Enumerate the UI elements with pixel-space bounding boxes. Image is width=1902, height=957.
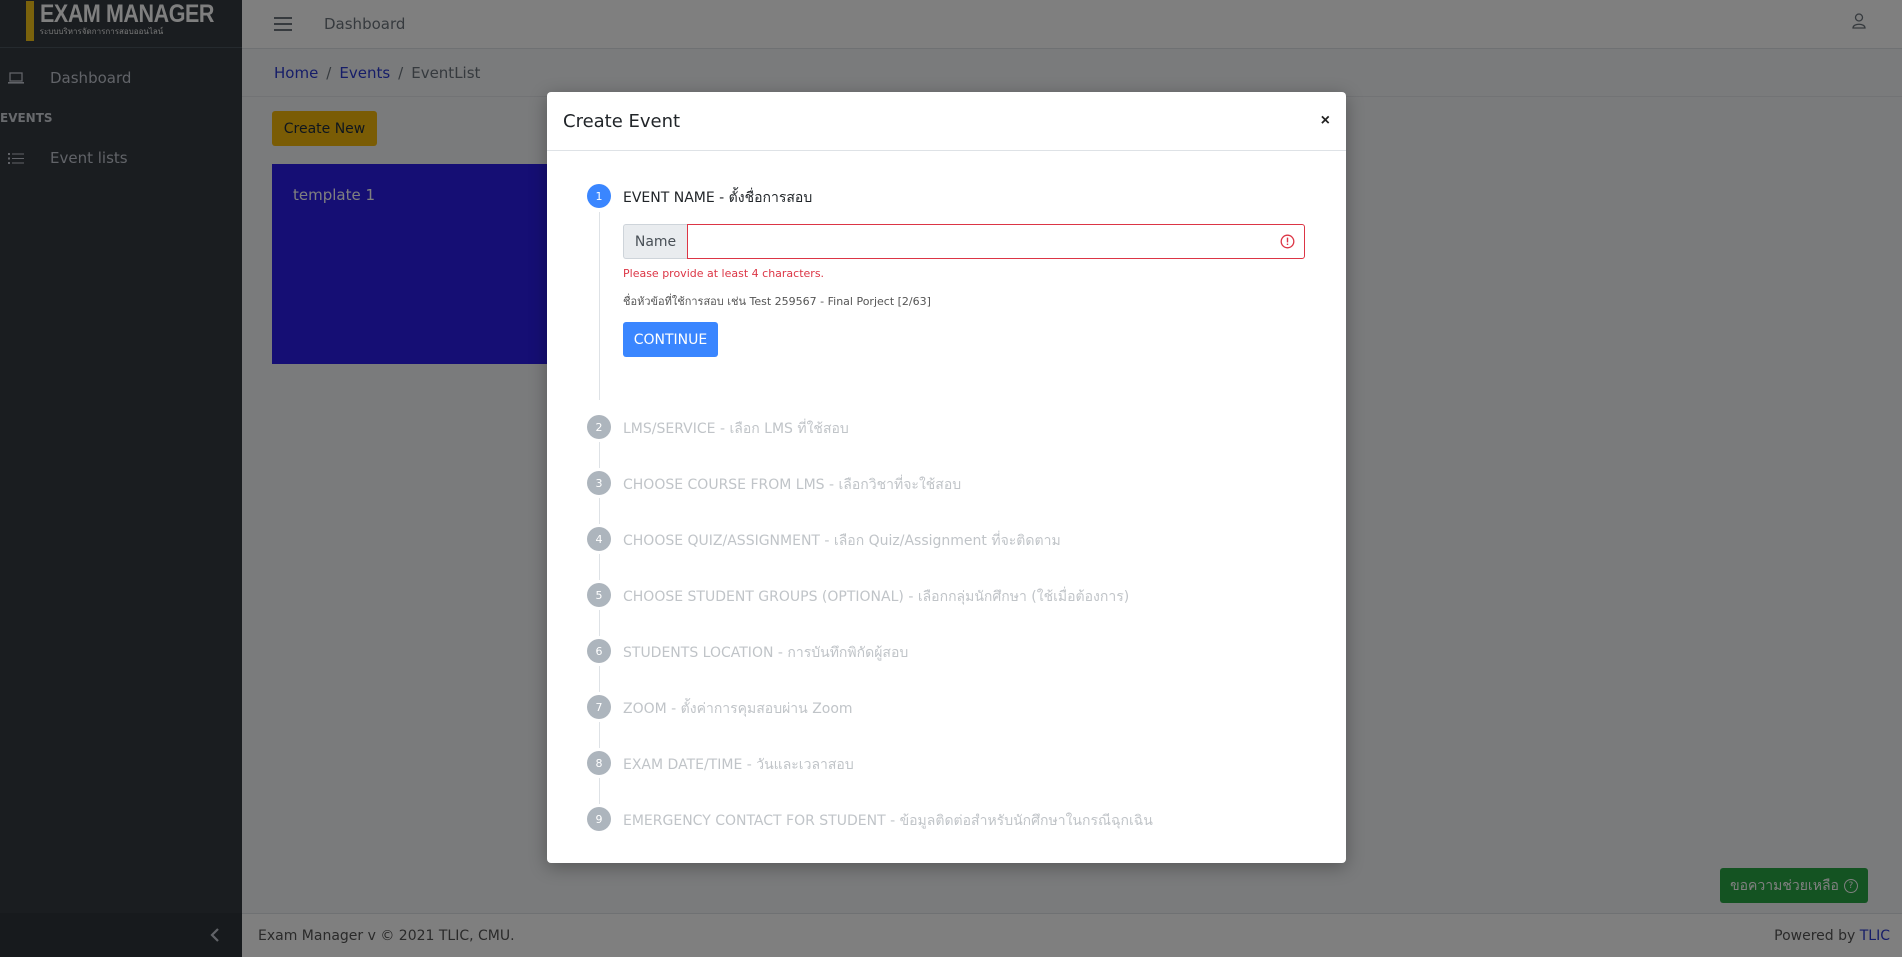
step-number: 6	[587, 639, 611, 663]
step-title[interactable]: ZOOM - ตั้งค่าการคุมสอบผ่าน Zoom	[623, 698, 853, 720]
stepper-line	[599, 442, 600, 468]
step-title[interactable]: EXAM DATE/TIME - วันและเวลาสอบ	[623, 754, 854, 776]
step-title[interactable]: EMERGENCY CONTACT FOR STUDENT - ข้อมูลติ…	[623, 810, 1153, 832]
stepper-line	[599, 554, 600, 580]
close-icon[interactable]: ×	[1321, 112, 1330, 130]
stepper-line	[599, 778, 600, 804]
continue-button[interactable]: CONTINUE	[623, 322, 718, 357]
stepper-line	[599, 722, 600, 748]
stepper-line	[599, 212, 600, 400]
step-title[interactable]: CHOOSE STUDENT GROUPS (OPTIONAL) - เลือก…	[623, 586, 1129, 608]
step-number: 8	[587, 751, 611, 775]
stepper-line	[599, 610, 600, 636]
step-number: 7	[587, 695, 611, 719]
step-number: 3	[587, 471, 611, 495]
step-number: 1	[587, 184, 611, 208]
name-input-group: Name	[623, 224, 1305, 259]
create-event-modal: Create Event × 1 EVENT NAME - ตั้งชื่อกา…	[547, 92, 1346, 863]
event-name-input[interactable]	[687, 224, 1305, 259]
modal-header: Create Event ×	[547, 92, 1346, 151]
modal-title: Create Event	[563, 110, 681, 132]
step-title[interactable]: EVENT NAME - ตั้งชื่อการสอบ	[623, 187, 812, 209]
field-hint: ชื่อหัวข้อที่ใช้การสอบ เช่น Test 259567 …	[623, 295, 931, 308]
step-number: 5	[587, 583, 611, 607]
stepper-line	[599, 666, 600, 692]
step-title[interactable]: CHOOSE COURSE FROM LMS - เลือกวิชาที่จะใ…	[623, 474, 961, 496]
step-number: 9	[587, 807, 611, 831]
validation-error: Please provide at least 4 characters.	[623, 267, 825, 280]
step-title[interactable]: LMS/SERVICE - เลือก LMS ที่ใช้สอบ	[623, 418, 849, 440]
step-title[interactable]: CHOOSE QUIZ/ASSIGNMENT - เลือก Quiz/Assi…	[623, 530, 1061, 552]
error-icon	[1280, 234, 1295, 249]
stepper-line	[599, 498, 600, 524]
step-number: 4	[587, 527, 611, 551]
name-addon: Name	[623, 224, 687, 259]
step-number: 2	[587, 415, 611, 439]
step-title[interactable]: STUDENTS LOCATION - การบันทึกพิกัดผู้สอบ	[623, 642, 908, 664]
